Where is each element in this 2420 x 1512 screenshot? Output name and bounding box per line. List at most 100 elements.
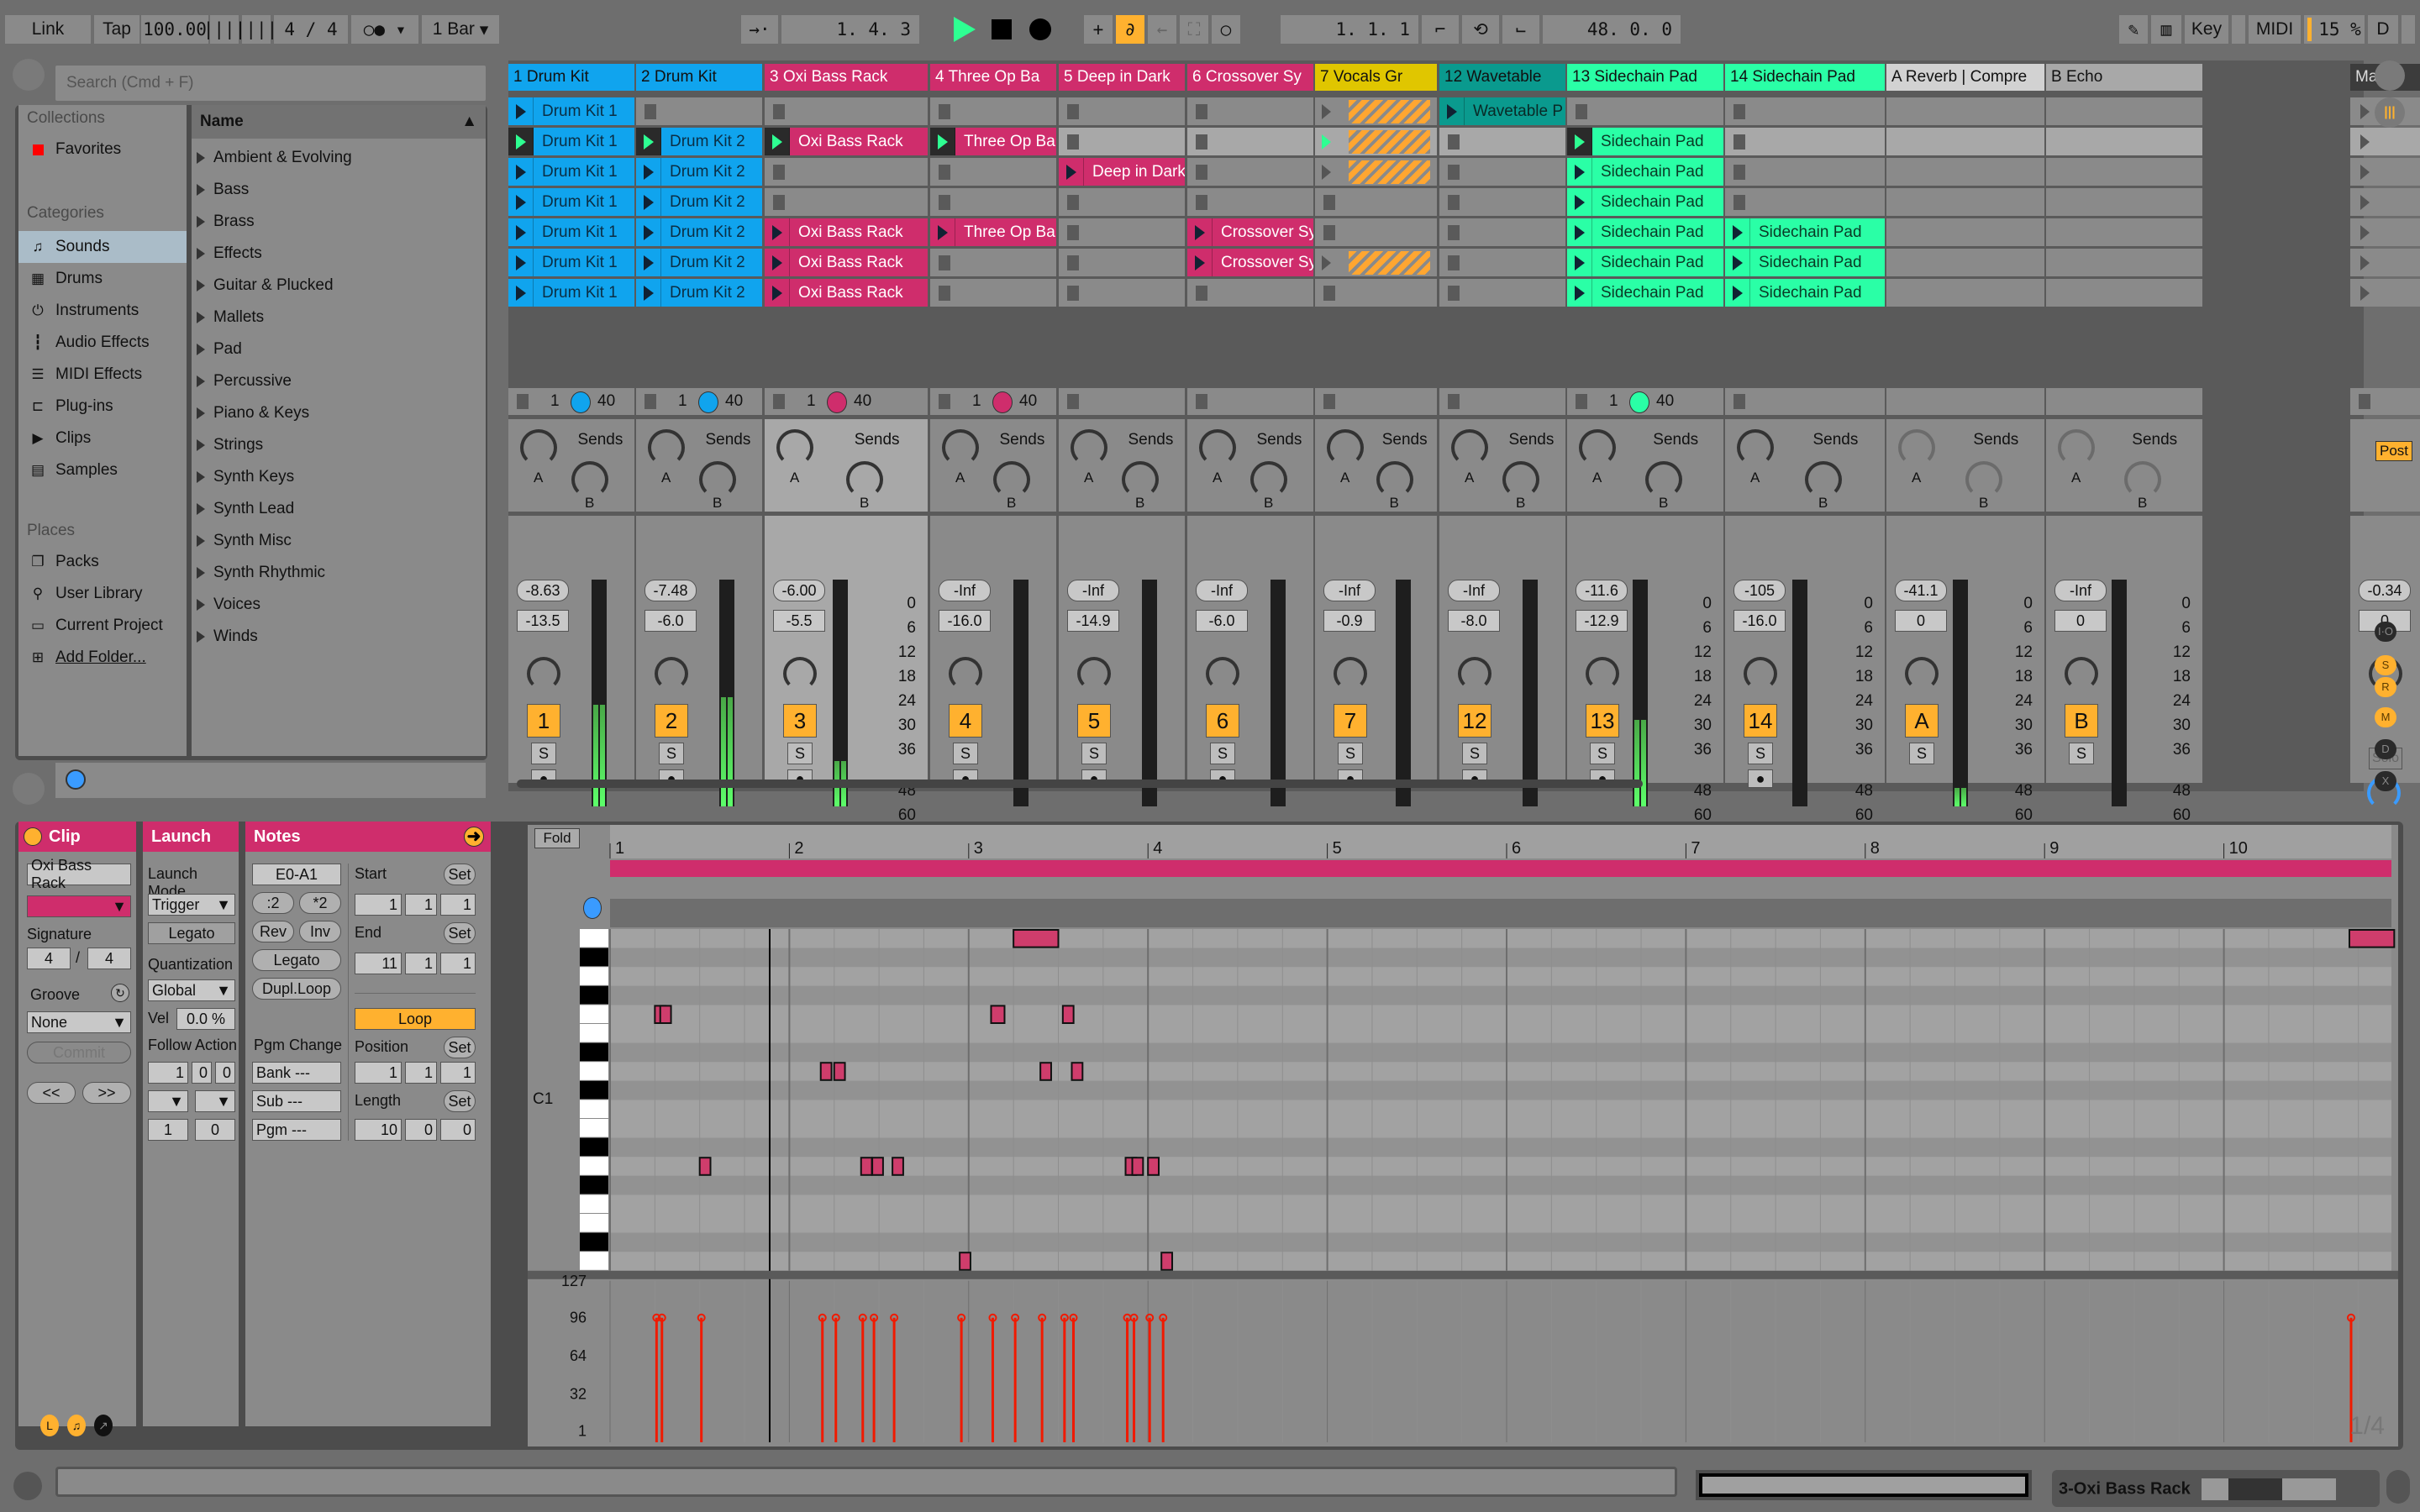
clip-slot[interactable]: Drum Kit 1 (508, 128, 634, 155)
midi-note[interactable] (698, 1157, 712, 1176)
empty-clip-slot[interactable] (1886, 97, 2044, 125)
draw-mode-icon[interactable]: ✎ (2119, 15, 2148, 44)
position-sixteenths[interactable]: 1 (440, 1062, 476, 1084)
expand-triangle-icon[interactable] (197, 567, 205, 579)
note-row[interactable] (610, 1005, 2391, 1024)
piano-roll-canvas[interactable]: 1 2 3 4 5 6 7 8 9 10 127 96 64 32 1 1/4 (528, 825, 2398, 1446)
sidebar-item-audio-effects[interactable]: ┇ Audio Effects (18, 327, 187, 359)
stop-clips-icon[interactable] (1576, 394, 1587, 409)
clip-slot[interactable]: Drum Kit 1 (508, 97, 634, 125)
arrangement-view-icon[interactable] (2375, 60, 2405, 91)
send-b-knob[interactable] (1122, 461, 1159, 498)
empty-clip-slot[interactable] (636, 97, 762, 125)
length-beats[interactable]: 0 (405, 1119, 437, 1141)
clip-stop-icon[interactable] (1448, 225, 1460, 240)
empty-clip-slot[interactable] (2046, 128, 2202, 155)
empty-clip-slot[interactable] (930, 188, 1056, 216)
midi-note[interactable] (819, 1062, 833, 1081)
position-bars[interactable]: 1 (355, 1062, 402, 1084)
empty-clip-slot[interactable] (1439, 279, 1565, 307)
clip-slot[interactable]: Drum Kit 2 (636, 128, 762, 155)
white-key[interactable] (580, 967, 608, 985)
clip-launch-button[interactable] (508, 249, 534, 276)
clip-stop-icon[interactable] (1067, 104, 1079, 119)
track-header[interactable]: 7 Vocals Gr (1315, 64, 1437, 91)
clip-stop-icon[interactable] (1733, 195, 1745, 210)
track-activity-knob[interactable] (1629, 391, 1649, 413)
note-row[interactable] (610, 1175, 2391, 1195)
groove-dropdown[interactable]: None ▼ (27, 1011, 131, 1033)
stop-clips-icon[interactable] (1448, 394, 1460, 409)
black-key[interactable] (580, 1080, 608, 1100)
clip-slot[interactable]: Sidechain Pad (1725, 279, 1885, 307)
track-header[interactable]: 13 Sidechain Pad (1567, 64, 1723, 91)
empty-clip-slot[interactable] (765, 188, 928, 216)
note-row[interactable] (610, 948, 2391, 968)
track-header[interactable]: B Echo (2046, 64, 2202, 91)
clip-stop-icon[interactable] (773, 104, 785, 119)
track-activity-knob[interactable] (698, 391, 718, 413)
key-map-button[interactable]: Key (2185, 15, 2228, 44)
play-icon[interactable] (954, 17, 976, 42)
mixer-section-toggle-x[interactable]: X (2375, 771, 2396, 791)
clip-stop-icon[interactable] (1196, 195, 1207, 210)
expand-arrow-icon[interactable]: ➜ (464, 827, 484, 847)
start-set-button[interactable]: Set (444, 864, 476, 885)
info-view-toggle-icon[interactable] (13, 1472, 42, 1500)
empty-clip-slot[interactable] (1567, 97, 1723, 125)
expand-triangle-icon[interactable] (197, 344, 205, 355)
clip-stop-icon[interactable] (939, 286, 950, 301)
note-row[interactable] (610, 1214, 2391, 1233)
pan-knob[interactable] (949, 657, 982, 690)
expand-triangle-icon[interactable] (197, 375, 205, 387)
empty-clip-slot[interactable] (1725, 97, 1885, 125)
note-row[interactable] (610, 1042, 2391, 1063)
browser-item[interactable]: Mallets (197, 302, 264, 333)
track-header[interactable]: 2 Drum Kit (636, 64, 762, 91)
clip-slot[interactable]: Sidechain Pad (1567, 188, 1723, 216)
expand-triangle-icon[interactable] (197, 312, 205, 323)
clip-launch-button[interactable] (508, 279, 534, 307)
empty-clip-slot[interactable] (1439, 158, 1565, 186)
browser-item[interactable]: Voices (197, 589, 260, 621)
browser-item[interactable]: Synth Lead (197, 493, 294, 525)
loop-toggle-button[interactable]: Loop (355, 1008, 476, 1030)
pan-knob[interactable] (1077, 657, 1111, 690)
empty-clip-slot[interactable] (1725, 188, 1885, 216)
position-beats[interactable]: 1 (405, 1062, 437, 1084)
empty-clip-slot[interactable] (1059, 218, 1185, 246)
clip-launch-button[interactable] (1567, 279, 1592, 307)
sidebar-item-samples[interactable]: ▤ Samples (18, 454, 187, 486)
end-beats[interactable]: 1 (405, 953, 437, 974)
track-activator-button[interactable]: 1 (527, 704, 560, 738)
loop-length-field[interactable]: 48. 0. 0 (1543, 15, 1681, 44)
pan-value-field[interactable]: -16.0 (939, 610, 991, 632)
clip-slot[interactable]: Drum Kit 2 (636, 188, 762, 216)
clip-launch-button[interactable] (765, 279, 790, 307)
empty-clip-slot[interactable] (1059, 249, 1185, 276)
volume-field[interactable]: -Inf (1067, 580, 1119, 601)
solo-button[interactable]: S (2069, 743, 2094, 764)
empty-clip-slot[interactable] (1187, 188, 1313, 216)
detail-view-toggle-icon[interactable] (2386, 1470, 2410, 1504)
duplicate-loop-button[interactable]: Dupl.Loop (252, 978, 341, 1000)
clip-stop-icon[interactable] (1733, 134, 1745, 150)
white-key[interactable] (580, 1100, 608, 1118)
send-b-knob[interactable] (993, 461, 1030, 498)
track-activator-button[interactable]: 3 (783, 704, 817, 738)
clip-launch-button[interactable] (1567, 158, 1592, 186)
follow-icon[interactable]: →· (741, 15, 778, 44)
end-set-button[interactable]: Set (444, 922, 476, 944)
headphones-preview-icon[interactable] (66, 769, 86, 790)
send-b-knob[interactable] (1965, 461, 2002, 498)
scene-launch-button[interactable]: Scene 6 (2350, 249, 2420, 276)
pan-knob[interactable] (783, 657, 817, 690)
mixer-section-toggle-m[interactable]: M (2375, 707, 2396, 727)
loop-switch-icon[interactable]: ⟲ (1462, 15, 1499, 44)
scene-launch-button[interactable]: Scene 5 (2350, 218, 2420, 246)
empty-clip-slot[interactable] (1439, 218, 1565, 246)
master-volume-field[interactable]: -0.34 (2359, 580, 2411, 601)
notes-box-toggle[interactable]: ♫ (67, 1415, 86, 1436)
clip-slot[interactable]: Drum Kit 1 (508, 188, 634, 216)
note-row[interactable] (610, 1062, 2391, 1081)
